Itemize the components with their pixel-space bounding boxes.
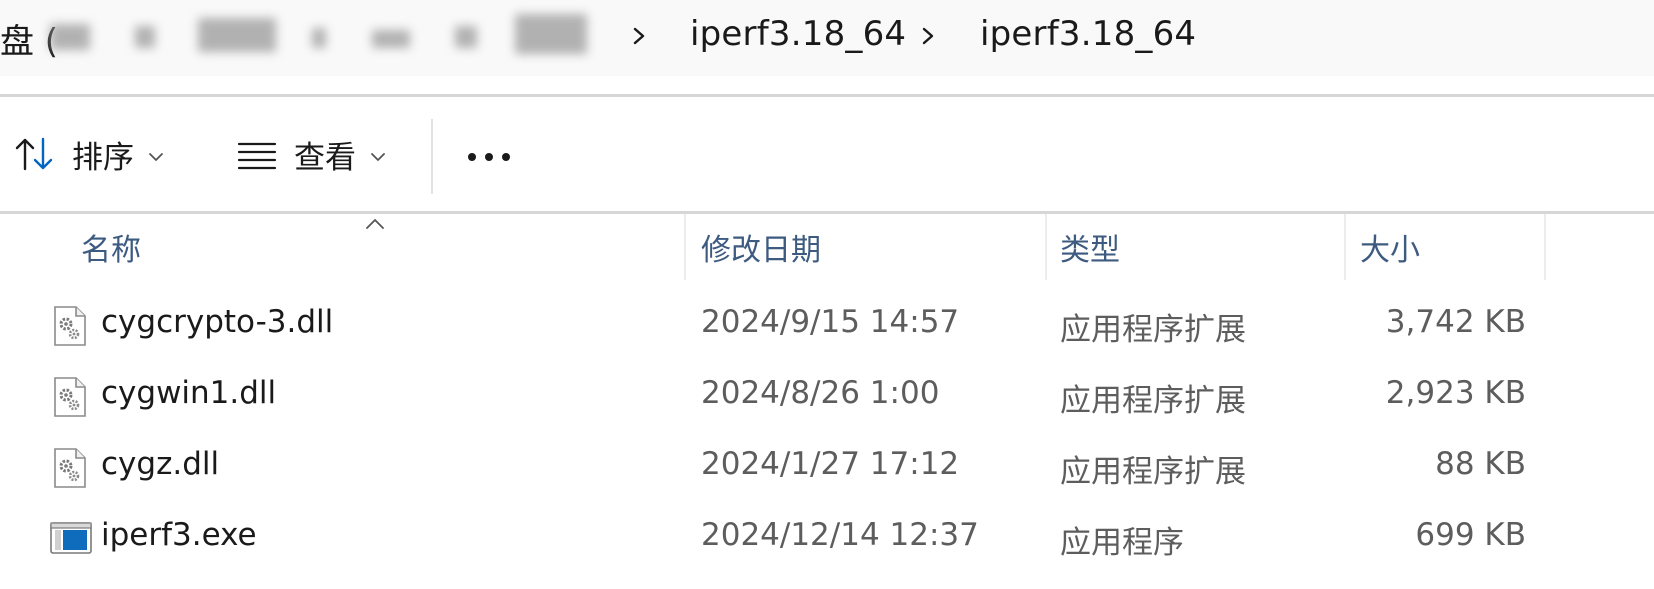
- breadcrumb-item-current[interactable]: iperf3.18_64: [980, 14, 1196, 54]
- chevron-down-icon: [370, 148, 386, 161]
- redacted-breadcrumb-segment: [135, 26, 155, 48]
- column-header-type[interactable]: 类型: [1060, 214, 1120, 280]
- sort-button-label: 排序: [72, 139, 134, 176]
- file-size: 88 KB: [1435, 446, 1526, 482]
- redacted-breadcrumb-segment: [50, 24, 90, 50]
- file-explorer-window: 盘 ( iperf3.18_64 iperf3.18_64 排序 查看 名称 修…: [0, 0, 1654, 589]
- file-row[interactable]: iperf3.exe 2024/12/14 12:37 应用程序 699 KB: [0, 503, 1654, 573]
- address-bar[interactable]: 盘 ( iperf3.18_64 iperf3.18_64: [0, 0, 1654, 76]
- dll-gear-icon: [52, 448, 88, 488]
- file-type: 应用程序: [1060, 525, 1184, 561]
- file-type: 应用程序扩展: [1060, 383, 1246, 419]
- view-button[interactable]: 查看: [236, 127, 386, 181]
- file-modified-date: 2024/9/15 14:57: [701, 304, 960, 340]
- file-row[interactable]: cygz.dll 2024/1/27 17:12 应用程序扩展 88 KB: [0, 432, 1654, 502]
- redacted-breadcrumb-segment: [198, 18, 276, 52]
- column-divider[interactable]: [684, 214, 686, 280]
- file-modified-date: 2024/12/14 12:37: [701, 517, 979, 553]
- file-modified-date: 2024/1/27 17:12: [701, 446, 960, 482]
- sort-ascending-indicator-icon: [364, 216, 386, 230]
- command-bar: 排序 查看: [0, 97, 1654, 211]
- file-modified-date: 2024/8/26 1:00: [701, 375, 940, 411]
- redacted-breadcrumb-segment: [372, 30, 410, 48]
- chevron-down-icon: [148, 148, 164, 161]
- file-name[interactable]: cygcrypto-3.dll: [101, 304, 333, 340]
- column-header-size[interactable]: 大小: [1360, 214, 1420, 280]
- chevron-right-icon[interactable]: [629, 20, 649, 52]
- more-horizontal-icon: [466, 148, 512, 161]
- file-type: 应用程序扩展: [1060, 312, 1246, 348]
- file-name[interactable]: cygwin1.dll: [101, 375, 276, 411]
- file-size: 2,923 KB: [1385, 375, 1526, 411]
- redacted-breadcrumb-segment: [312, 28, 326, 48]
- column-divider[interactable]: [1045, 214, 1047, 280]
- dll-gear-icon: [52, 306, 88, 346]
- sort-arrows-icon: [14, 136, 56, 172]
- file-type: 应用程序扩展: [1060, 454, 1246, 490]
- more-options-button[interactable]: [466, 127, 526, 181]
- file-name[interactable]: iperf3.exe: [101, 517, 257, 553]
- toolbar-separator: [431, 119, 433, 194]
- column-header-name[interactable]: 名称: [81, 214, 141, 280]
- file-row[interactable]: cygwin1.dll 2024/8/26 1:00 应用程序扩展 2,923 …: [0, 361, 1654, 431]
- column-header-modified[interactable]: 修改日期: [701, 214, 821, 280]
- exe-window-icon: [50, 521, 92, 555]
- file-name[interactable]: cygz.dll: [101, 446, 219, 482]
- redacted-breadcrumb-segment: [515, 14, 587, 54]
- column-divider[interactable]: [1344, 214, 1346, 280]
- file-size: 3,742 KB: [1385, 304, 1526, 340]
- redacted-breadcrumb-segment: [455, 26, 477, 48]
- view-button-label: 查看: [294, 139, 356, 176]
- sort-button[interactable]: 排序: [14, 127, 164, 181]
- list-view-icon: [236, 136, 278, 172]
- file-row[interactable]: cygcrypto-3.dll 2024/9/15 14:57 应用程序扩展 3…: [0, 290, 1654, 360]
- breadcrumb-item[interactable]: iperf3.18_64: [690, 14, 906, 54]
- column-header-row: 名称 修改日期 类型 大小: [0, 214, 1654, 280]
- chevron-right-icon[interactable]: [918, 20, 938, 52]
- column-divider[interactable]: [1544, 214, 1546, 280]
- dll-gear-icon: [52, 377, 88, 417]
- file-size: 699 KB: [1415, 517, 1526, 553]
